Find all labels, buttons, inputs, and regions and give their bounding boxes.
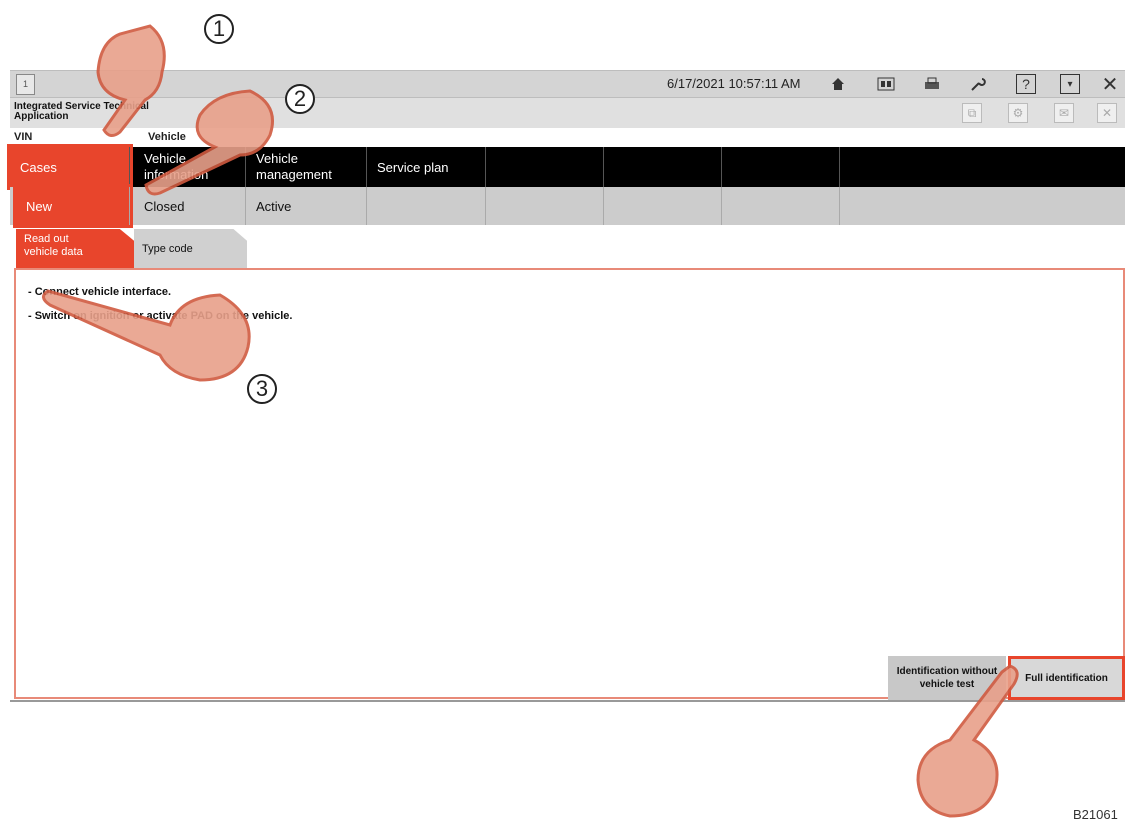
- tab-empty: [604, 187, 722, 225]
- tab-label: Vehicle information: [144, 151, 209, 182]
- reference-code: B21061: [1073, 807, 1118, 822]
- tab-label: Closed: [144, 198, 185, 214]
- tab-label: New: [26, 198, 53, 214]
- close-icon[interactable]: ✕: [1100, 74, 1120, 96]
- tab-new[interactable]: New: [13, 184, 133, 228]
- tab-label: Read out vehicle data: [24, 233, 83, 258]
- tab-label: Active: [256, 198, 292, 214]
- tab-label: Cases: [20, 159, 57, 175]
- tab-type-code[interactable]: Type code: [134, 229, 247, 268]
- tab-vehicle-information[interactable]: Vehicle information: [134, 147, 246, 187]
- minimize-icon[interactable]: ▾: [1060, 74, 1080, 94]
- tab-empty: [604, 147, 722, 187]
- step-marker: 1: [204, 14, 234, 44]
- identification-without-test-button[interactable]: Identification without vehicle test: [888, 656, 1006, 700]
- copy-icon[interactable]: ⧉: [962, 103, 982, 123]
- display-icon[interactable]: [876, 74, 896, 94]
- tab-empty: [486, 187, 604, 225]
- instruction-connect: - Connect vehicle interface.: [28, 286, 172, 298]
- step-marker: 2: [285, 84, 315, 114]
- vehicle-label: Vehicle: [148, 131, 186, 143]
- tab-label: Type code: [142, 242, 193, 255]
- close-icon[interactable]: ✕: [1097, 103, 1117, 123]
- help-icon[interactable]: ?: [1016, 74, 1036, 94]
- app-title: Integrated Service Technical Application: [14, 101, 149, 122]
- tab-empty: [722, 147, 840, 187]
- full-identification-button[interactable]: Full identification: [1008, 656, 1125, 700]
- tab-cases[interactable]: Cases: [7, 144, 133, 190]
- settings-icon[interactable]: ⚙: [1008, 103, 1028, 123]
- wrench-icon[interactable]: [968, 74, 988, 94]
- tab-empty: [722, 187, 840, 225]
- mail-icon[interactable]: ✉: [1054, 103, 1074, 123]
- tab-empty: [367, 187, 486, 225]
- printer-icon[interactable]: [922, 74, 942, 94]
- instruction-ignition: - Switch on ignition or activate PAD on …: [28, 310, 293, 322]
- sub-navigation: New Closed Active: [10, 184, 1125, 228]
- title-bar: 1 6/17/2021 10:57:11 AM ? ▾ ✕: [10, 70, 1125, 98]
- tab-service-plan[interactable]: Service plan: [367, 147, 486, 187]
- tab-label: Service plan: [377, 159, 449, 175]
- tab-label: Vehicle management: [256, 151, 332, 182]
- step-marker: 3: [247, 374, 277, 404]
- home-icon[interactable]: [828, 74, 848, 94]
- application-bar: Integrated Service Technical Application…: [10, 98, 1125, 128]
- vin-label: VIN: [14, 131, 33, 143]
- tab-read-out-vehicle-data[interactable]: Read out vehicle data: [16, 229, 134, 268]
- divider: [10, 700, 1125, 702]
- tab-vehicle-management[interactable]: Vehicle management: [246, 147, 367, 187]
- datetime-display: 6/17/2021 10:57:11 AM: [667, 76, 801, 91]
- content-panel: - Connect vehicle interface. - Switch on…: [14, 268, 1125, 700]
- tab-closed[interactable]: Closed: [134, 187, 246, 225]
- tab-active[interactable]: Active: [246, 187, 367, 225]
- window-number[interactable]: 1: [16, 74, 35, 95]
- main-navigation: Cases Vehicle information Vehicle manage…: [7, 144, 1125, 190]
- tab-empty: [486, 147, 604, 187]
